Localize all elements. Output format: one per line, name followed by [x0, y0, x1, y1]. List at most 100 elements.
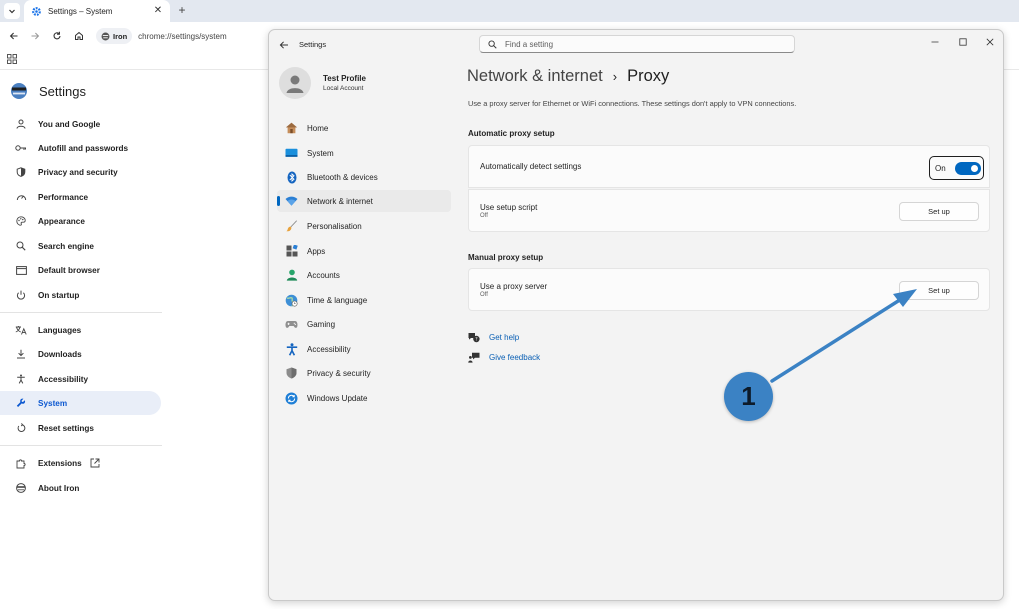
- win-nav-personalisation[interactable]: Personalisation: [277, 215, 451, 237]
- search-icon: [488, 39, 497, 49]
- chrome-nav-label: Appearance: [38, 216, 85, 226]
- setup-script-setup-button[interactable]: Set up: [899, 202, 979, 221]
- automatic-proxy-section-title: Automatic proxy setup: [468, 129, 555, 138]
- chrome-nav-label: Downloads: [38, 349, 82, 359]
- win-nav-time-language[interactable]: Time & language: [277, 289, 451, 311]
- power-icon: [15, 289, 27, 301]
- chrome-nav-autofill[interactable]: Autofill and passwords: [0, 136, 161, 160]
- give-feedback-label: Give feedback: [489, 352, 541, 362]
- win-nav-bluetooth[interactable]: Bluetooth & devices: [277, 166, 451, 188]
- tab-search-button[interactable]: [4, 3, 20, 19]
- chrome-nav-label: About Iron: [38, 483, 80, 493]
- chrome-nav-accessibility[interactable]: Accessibility: [0, 367, 161, 391]
- breadcrumb-parent[interactable]: Network & internet: [467, 67, 603, 86]
- chrome-nav-system[interactable]: System: [0, 391, 161, 415]
- win-nav-accessibility[interactable]: Accessibility: [277, 338, 451, 360]
- chrome-nav-performance[interactable]: Performance: [0, 185, 161, 209]
- find-setting-search-box[interactable]: Find a setting: [479, 35, 795, 53]
- chrome-nav-search-engine[interactable]: Search engine: [0, 234, 161, 258]
- iron-logo-icon: [15, 482, 27, 494]
- win-nav-accounts[interactable]: Accounts: [277, 264, 451, 286]
- account-icon: [285, 269, 298, 282]
- globe-clock-icon: [285, 294, 298, 307]
- chrome-settings-sidebar: Settings You and Google Autofill and pas…: [0, 71, 268, 609]
- win-nav-label: Apps: [307, 246, 326, 256]
- give-feedback-link[interactable]: Give feedback: [468, 350, 540, 364]
- chrome-nav-languages[interactable]: Languages: [0, 318, 161, 342]
- proxy-server-card: Use a proxy server Off Set up: [468, 268, 990, 311]
- browser-tab-strip: Settings – System ✕ +: [0, 0, 1019, 22]
- get-help-link[interactable]: ? Get help: [468, 330, 519, 344]
- monitor-icon: [285, 147, 298, 160]
- win-nav-privacy[interactable]: Privacy & security: [277, 362, 451, 384]
- page-title: Proxy: [627, 66, 670, 85]
- breadcrumb: Network & internet › Proxy: [467, 64, 669, 88]
- chrome-nav-on-startup[interactable]: On startup: [0, 283, 161, 307]
- windows-settings-window: Settings Find a setting Test Profile Loc…: [268, 29, 1004, 601]
- back-arrow-icon[interactable]: [278, 39, 290, 51]
- chrome-nav-default-browser[interactable]: Default browser: [0, 258, 161, 282]
- back-button[interactable]: [6, 28, 22, 44]
- auto-detect-toggle[interactable]: On: [929, 156, 984, 180]
- forward-button[interactable]: [27, 28, 43, 44]
- chrome-nav-label: Privacy and security: [38, 167, 118, 177]
- chrome-nav-extensions[interactable]: Extensions: [0, 451, 161, 475]
- win-nav-apps[interactable]: Apps: [277, 240, 451, 262]
- arrow-left-icon: [9, 32, 18, 40]
- shield-icon: [15, 166, 27, 178]
- annotation-step-badge: 1: [724, 372, 773, 421]
- gear-icon: [30, 5, 42, 17]
- person-icon: [15, 118, 27, 130]
- chrome-nav-about-iron[interactable]: About Iron: [0, 476, 161, 500]
- chrome-nav-label: Performance: [38, 192, 89, 202]
- reload-button[interactable]: [49, 28, 65, 44]
- setup-script-status: Off: [480, 212, 488, 219]
- get-help-label: Get help: [489, 332, 520, 342]
- home-icon: [75, 31, 83, 40]
- update-icon: [285, 392, 298, 405]
- user-profile[interactable]: Test Profile Local Account: [279, 67, 366, 99]
- address-bar[interactable]: Iron chrome://settings/system: [96, 26, 266, 46]
- browser-tab-settings[interactable]: Settings – System ✕: [24, 0, 170, 22]
- wrench-icon: [15, 397, 27, 409]
- page-description: Use a proxy server for Ethernet or WiFi …: [468, 99, 797, 108]
- apps-grid-icon[interactable]: [7, 54, 17, 64]
- chrome-nav-label: Accessibility: [38, 374, 89, 384]
- chrome-nav-reset-settings[interactable]: Reset settings: [0, 416, 161, 440]
- download-icon: [15, 348, 27, 360]
- search-placeholder: Find a setting: [505, 39, 554, 49]
- palette-icon: [15, 215, 27, 227]
- win-nav-label: Personalisation: [307, 221, 362, 231]
- chrome-nav-privacy[interactable]: Privacy and security: [0, 160, 161, 184]
- site-info-chip[interactable]: Iron: [96, 28, 133, 44]
- chrome-nav-downloads[interactable]: Downloads: [0, 342, 161, 366]
- home-button[interactable]: [71, 28, 87, 44]
- proxy-server-label: Use a proxy server: [480, 281, 548, 291]
- reload-icon: [53, 31, 61, 40]
- toggle-thumb: [970, 164, 978, 172]
- chrome-settings-header: Settings: [10, 81, 86, 101]
- translate-icon: [15, 324, 27, 336]
- tab-close-icon[interactable]: ✕: [152, 5, 164, 17]
- brush-icon: [285, 220, 298, 233]
- maximize-button[interactable]: [953, 34, 973, 50]
- win-nav-gaming[interactable]: Gaming: [277, 313, 451, 335]
- minimize-button[interactable]: [925, 34, 945, 50]
- close-button[interactable]: [980, 34, 1000, 50]
- win-nav-home[interactable]: Home: [277, 117, 451, 139]
- manual-proxy-section-title: Manual proxy setup: [468, 253, 544, 262]
- proxy-server-setup-button[interactable]: Set up: [899, 281, 979, 300]
- chrome-nav-you-and-google[interactable]: You and Google: [0, 112, 161, 136]
- iron-logo-icon: [101, 32, 110, 40]
- win-nav-system[interactable]: System: [277, 142, 451, 164]
- iron-logo-icon: [11, 83, 27, 99]
- win-nav-windows-update[interactable]: Windows Update: [277, 387, 451, 409]
- win-nav-label: Accessibility: [307, 344, 351, 354]
- win-nav-network[interactable]: Network & internet: [277, 190, 451, 212]
- chrome-nav-appearance[interactable]: Appearance: [0, 209, 161, 233]
- bluetooth-icon: [285, 171, 298, 184]
- win-nav-label: Home: [307, 123, 329, 133]
- win-nav-label: Gaming: [307, 319, 336, 329]
- chrome-nav-label: On startup: [38, 290, 80, 300]
- new-tab-button[interactable]: +: [174, 2, 190, 18]
